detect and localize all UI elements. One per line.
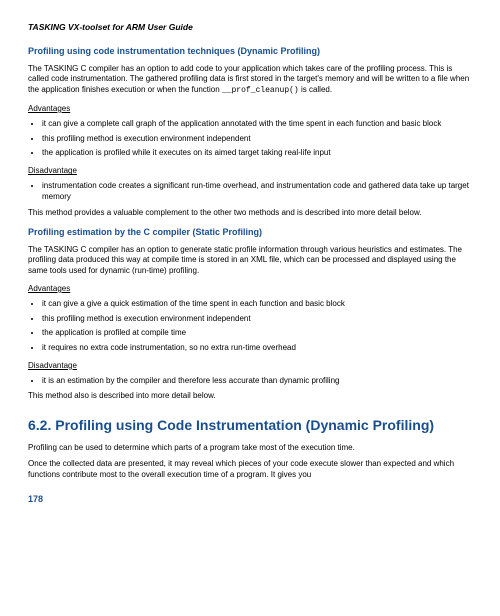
list-item: it is an estimation by the compiler and …: [42, 376, 472, 387]
list-item: it can give a complete call graph of the…: [42, 119, 472, 130]
disadvantage-list: it is an estimation by the compiler and …: [42, 376, 472, 387]
disadvantage-list: instrumentation code creates a significa…: [42, 181, 472, 203]
paragraph: This method also is described into more …: [28, 391, 472, 402]
advantages-list: it can give a complete call graph of the…: [42, 119, 472, 159]
subheading-disadvantage: Disadvantage: [28, 361, 472, 372]
list-item: this profiling method is execution envir…: [42, 134, 472, 145]
paragraph: The TASKING C compiler has an option to …: [28, 64, 472, 97]
paragraph: Profiling can be used to determine which…: [28, 443, 472, 454]
subheading-advantages: Advantages: [28, 284, 472, 295]
text: is called.: [299, 85, 332, 94]
heading-static-profiling: Profiling estimation by the C compiler (…: [28, 226, 472, 238]
page-number: 178: [28, 493, 472, 505]
list-item: the application is profiled while it exe…: [42, 148, 472, 159]
list-item: this profiling method is execution envir…: [42, 314, 472, 325]
doc-title: TASKING VX-toolset for ARM User Guide: [28, 22, 472, 33]
list-item: instrumentation code creates a significa…: [42, 181, 472, 203]
paragraph: The TASKING C compiler has an option to …: [28, 245, 472, 277]
advantages-list: it can give a give a quick estimation of…: [42, 299, 472, 354]
paragraph: Once the collected data are presented, i…: [28, 459, 472, 481]
list-item: the application is profiled at compile t…: [42, 328, 472, 339]
paragraph: This method provides a valuable compleme…: [28, 208, 472, 219]
code-inline: __prof_cleanup(): [222, 86, 299, 95]
list-item: it can give a give a quick estimation of…: [42, 299, 472, 310]
heading-dynamic-profiling: Profiling using code instrumentation tec…: [28, 45, 472, 57]
heading-section-6-2: 6.2. Profiling using Code Instrumentatio…: [28, 416, 472, 435]
subheading-advantages: Advantages: [28, 104, 472, 115]
subheading-disadvantage: Disadvantage: [28, 166, 472, 177]
list-item: it requires no extra code instrumentatio…: [42, 343, 472, 354]
